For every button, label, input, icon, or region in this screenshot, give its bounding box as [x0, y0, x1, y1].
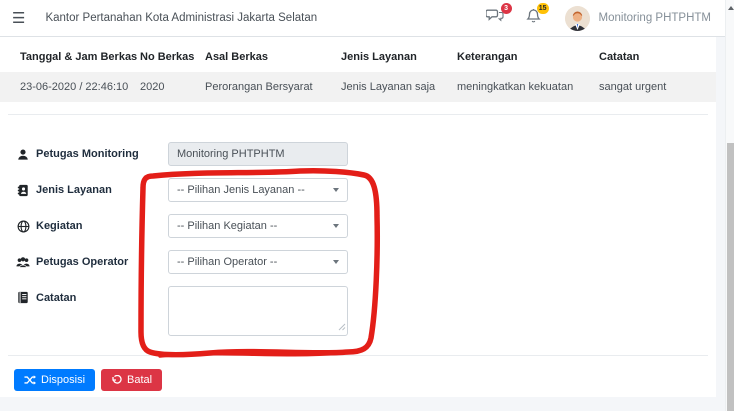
petugas-monitoring-label: Petugas Monitoring — [36, 148, 139, 160]
monitoring-form: Petugas Monitoring Jenis Layanan — [0, 142, 716, 341]
page-title: Kantor Pertanahan Kota Administrasi Jaka… — [45, 12, 317, 24]
jenis-layanan-select-value: -- Pilihan Jenis Layanan -- — [177, 184, 305, 196]
form-row-petugas-operator: Petugas Operator -- Pilihan Operator -- — [16, 250, 716, 274]
form-row-catatan: Catatan — [16, 286, 716, 341]
notifications-badge: 15 — [537, 3, 549, 14]
berkas-table: Tanggal & Jam Berkas No Berkas Asal Berk… — [0, 42, 716, 102]
hamburger-icon[interactable]: ☰ — [12, 11, 25, 26]
table-row: 23-06-2020 / 22:46:10 2020 Perorangan Be… — [0, 72, 716, 102]
chevron-down-icon — [333, 260, 339, 264]
kegiatan-select[interactable]: -- Pilihan Kegiatan -- — [168, 214, 348, 238]
cell-asal-berkas: Perorangan Bersyarat — [205, 72, 341, 102]
form-row-petugas-monitoring: Petugas Monitoring — [16, 142, 716, 166]
user-name[interactable]: Monitoring PHTPHTM — [599, 12, 711, 24]
divider — [8, 355, 708, 356]
messages-menu[interactable]: 3 — [486, 8, 504, 28]
petugas-operator-select-value: -- Pilihan Operator -- — [177, 256, 277, 268]
notebook-icon — [16, 291, 30, 304]
kegiatan-label-group: Kegiatan — [16, 220, 168, 233]
chevron-down-icon — [333, 224, 339, 228]
kegiatan-label: Kegiatan — [36, 220, 82, 232]
catatan-textarea[interactable] — [168, 286, 348, 336]
col-no-berkas: No Berkas — [140, 42, 205, 72]
scrollbar — [725, 0, 734, 411]
form-row-kegiatan: Kegiatan -- Pilihan Kegiatan -- — [16, 214, 716, 238]
shuffle-icon — [24, 375, 36, 385]
content-card: Tanggal & Jam Berkas No Berkas Asal Berk… — [0, 37, 716, 397]
chevron-down-icon — [333, 188, 339, 192]
cell-jenis-layanan: Jenis Layanan saja — [341, 72, 457, 102]
navbar-right: 3 15 Monitoring PHTPHTM — [464, 6, 711, 31]
disposisi-button-label: Disposisi — [41, 374, 85, 386]
col-catatan: Catatan — [599, 42, 716, 72]
petugas-operator-label: Petugas Operator — [36, 256, 128, 268]
table-header-row: Tanggal & Jam Berkas No Berkas Asal Berk… — [0, 42, 716, 72]
scrollbar-thumb[interactable] — [727, 143, 734, 411]
cell-no-berkas: 2020 — [140, 72, 205, 102]
catatan-label: Catatan — [36, 292, 76, 304]
jenis-layanan-label: Jenis Layanan — [36, 184, 112, 196]
batal-button[interactable]: Batal — [101, 369, 162, 391]
users-icon — [16, 256, 30, 268]
cell-tanggal: 23-06-2020 / 22:46:10 — [0, 72, 140, 102]
col-tanggal: Tanggal & Jam Berkas — [0, 42, 140, 72]
petugas-monitoring-input[interactable] — [168, 142, 348, 166]
user-icon — [16, 148, 30, 161]
address-book-icon — [16, 184, 30, 197]
undo-icon — [111, 375, 122, 386]
jenis-layanan-select[interactable]: -- Pilihan Jenis Layanan -- — [168, 178, 348, 202]
globe-icon — [16, 220, 30, 233]
petugas-operator-label-group: Petugas Operator — [16, 256, 168, 268]
jenis-layanan-label-group: Jenis Layanan — [16, 184, 168, 197]
action-buttons: Disposisi Batal — [14, 369, 716, 391]
kegiatan-select-value: -- Pilihan Kegiatan -- — [177, 220, 277, 232]
avatar[interactable] — [565, 6, 590, 31]
top-navbar: ☰ Kantor Pertanahan Kota Administrasi Ja… — [0, 0, 725, 37]
col-keterangan: Keterangan — [457, 42, 599, 72]
petugas-operator-select[interactable]: -- Pilihan Operator -- — [168, 250, 348, 274]
petugas-monitoring-label-group: Petugas Monitoring — [16, 148, 168, 161]
form-row-jenis-layanan: Jenis Layanan -- Pilihan Jenis Layanan -… — [16, 178, 716, 202]
messages-badge: 3 — [501, 3, 512, 14]
scroll-up-arrow-icon[interactable] — [728, 6, 734, 10]
notifications-menu[interactable]: 15 — [526, 8, 541, 29]
disposisi-button[interactable]: Disposisi — [14, 369, 95, 391]
divider — [8, 114, 708, 115]
col-jenis-layanan: Jenis Layanan — [341, 42, 457, 72]
cell-catatan: sangat urgent — [599, 72, 716, 102]
cell-keterangan: meningkatkan kekuatan — [457, 72, 599, 102]
catatan-label-group: Catatan — [16, 286, 168, 304]
col-asal-berkas: Asal Berkas — [205, 42, 341, 72]
batal-button-label: Batal — [127, 374, 152, 386]
catatan-textarea-wrap — [168, 286, 348, 341]
